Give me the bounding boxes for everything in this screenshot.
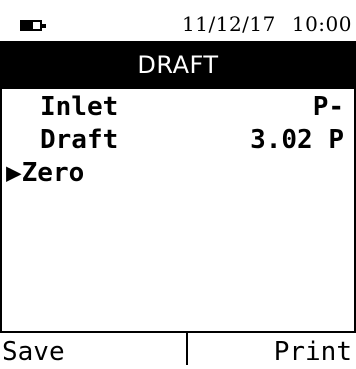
- print-softkey[interactable]: Print: [274, 335, 352, 369]
- screen-title-bar: DRAFT: [0, 41, 356, 89]
- reading-label: Inlet: [40, 92, 119, 122]
- menu-item-text: Zero: [21, 158, 85, 188]
- softkey-bar: Save Print: [0, 331, 356, 367]
- menu-item-zero[interactable]: ▶Zero: [2, 157, 354, 189]
- reading-value: P-: [312, 92, 344, 122]
- menu-item-label: ▶Zero: [6, 157, 84, 189]
- selection-arrow-icon: ▶: [6, 158, 22, 188]
- readings-panel: Inlet P- Draft 3.02 P ▶Zero: [0, 89, 356, 331]
- screen-title: DRAFT: [137, 51, 219, 79]
- status-bar: 11/12/17 10:00: [0, 0, 356, 40]
- battery-icon: [20, 20, 46, 31]
- time-text: 10:00: [291, 12, 352, 36]
- battery-level-fill: [22, 22, 33, 29]
- reading-row-draft: Draft 3.02 P: [2, 124, 354, 156]
- reading-value: 3.02 P: [250, 125, 344, 155]
- battery-tip: [42, 24, 46, 28]
- reading-label: Draft: [40, 125, 119, 155]
- save-softkey[interactable]: Save: [2, 335, 65, 369]
- softkey-divider: [186, 333, 188, 365]
- datetime: 11/12/17 10:00: [182, 12, 352, 36]
- reading-row-inlet: Inlet P-: [2, 91, 354, 123]
- date-text: 11/12/17: [182, 12, 276, 36]
